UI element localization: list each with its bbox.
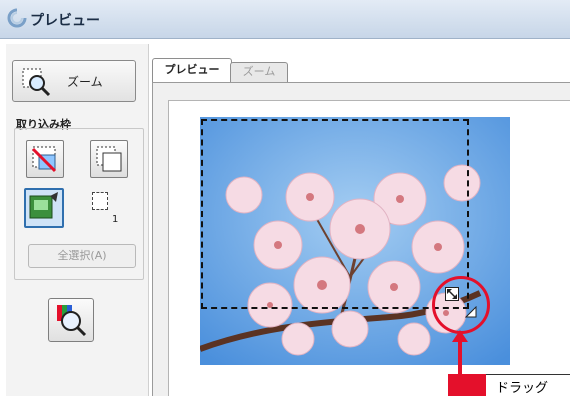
drag-highlight-circle [432,276,490,334]
zoom-button-label: ズーム [67,75,103,89]
callout-line [486,374,570,375]
title-bar: プレビュー [0,0,570,39]
delete-marquee-button[interactable] [26,140,64,178]
drag-callout: ドラッグ [448,374,570,396]
tab-zoom[interactable]: ズーム [230,62,288,83]
preview-window: プレビュー ズーム 取り込み枠 1 全選択(A) プレビュー ズーム ドラッグ [0,0,570,396]
copy-marquee-icon [96,146,122,172]
copy-marquee-button[interactable] [90,140,128,178]
selection-marquee[interactable] [201,119,469,309]
tab-preview[interactable]: プレビュー [152,58,232,83]
auto-locate-icon [29,192,58,219]
callout-label: ドラッグ [496,380,549,395]
marquee-count: 1 [112,214,119,225]
delete-marquee-icon [31,146,57,173]
scanner-app-icon [7,8,27,28]
auto-locate-button[interactable] [24,188,64,228]
color-magnifier-icon [57,305,87,337]
up-arrow-icon [452,330,468,380]
window-title: プレビュー [30,13,100,29]
color-adjust-button[interactable] [48,298,94,342]
callout-marker [448,374,486,396]
marquee-count-icon [92,192,108,210]
magnifier-icon [22,68,51,97]
zoom-button[interactable]: ズーム [12,60,136,102]
select-all-button[interactable]: 全選択(A) [28,244,136,268]
